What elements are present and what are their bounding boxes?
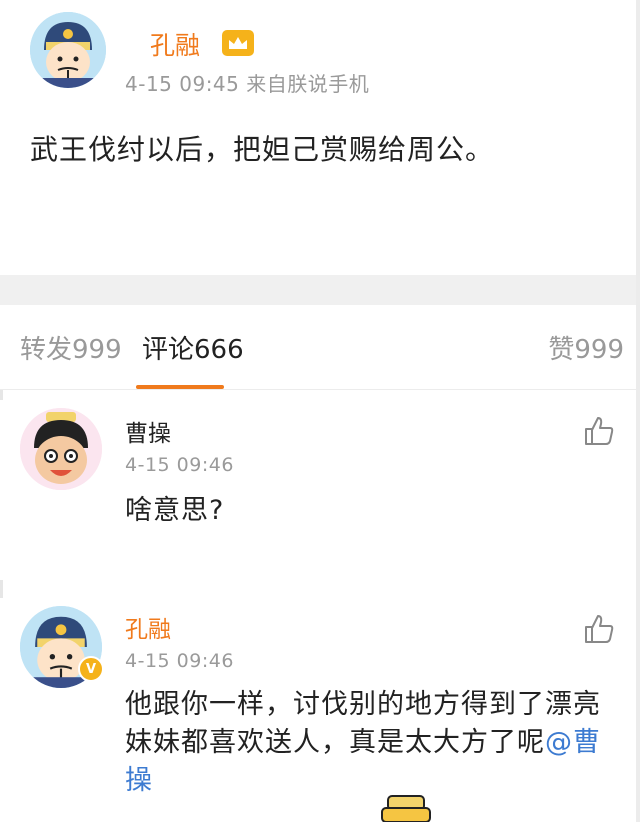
comment-time: 4-15 09:46 [125,650,234,672]
peeking-avatar-icon [381,795,431,822]
post-author-name[interactable]: 孔融 [150,26,200,62]
post-text: 武王伐纣以后，把妲己赏赐给周公。 [30,133,495,166]
section-divider [0,275,640,305]
tab-repost[interactable]: 转发999 [20,329,122,366]
post-card: 孔融 4-15 09:45 来自朕说手机 武王伐纣以后，把妲己赏赐给周公。 [0,0,640,275]
post-meta: 4-15 09:45 来自朕说手机 [125,68,369,97]
verified-badge-icon: V [78,656,104,682]
frame-right-border [636,0,640,822]
comment-body: 他跟你一样，讨伐别的地方得到了漂亮妹妹都喜欢送人，真是太大方了呢 [125,689,601,758]
tab-likes[interactable]: 赞999 [548,329,624,366]
commenter-name[interactable]: 孔融 [125,610,171,644]
active-tab-indicator [136,385,224,389]
comment-time: 4-15 09:46 [125,454,234,476]
thumbs-up-icon[interactable] [582,414,616,448]
author-avatar[interactable] [30,12,106,88]
commenter-name[interactable]: 曹操 [125,414,171,448]
comment-text: 他跟你一样，讨伐别的地方得到了漂亮妹妹都喜欢送人，真是太大方了呢@曹操 [125,686,615,800]
tab-comments[interactable]: 评论666 [142,329,244,366]
vip-crown-icon [222,30,254,56]
comment-text: 啥意思? [125,495,225,526]
comment-item: V 孔融 4-15 09:46 他跟你一样，讨伐别的地方得到了漂亮妹妹都喜欢送人… [0,598,640,822]
commenter-avatar[interactable] [20,408,102,490]
post-time: 4-15 09:45 [125,72,240,96]
thumbs-up-icon[interactable] [582,612,616,646]
post-source: 来自朕说手机 [246,72,370,96]
comment-item: 曹操 4-15 09:46 啥意思? [0,400,640,580]
post-tabs: 转发999 评论666 赞999 [0,305,640,390]
